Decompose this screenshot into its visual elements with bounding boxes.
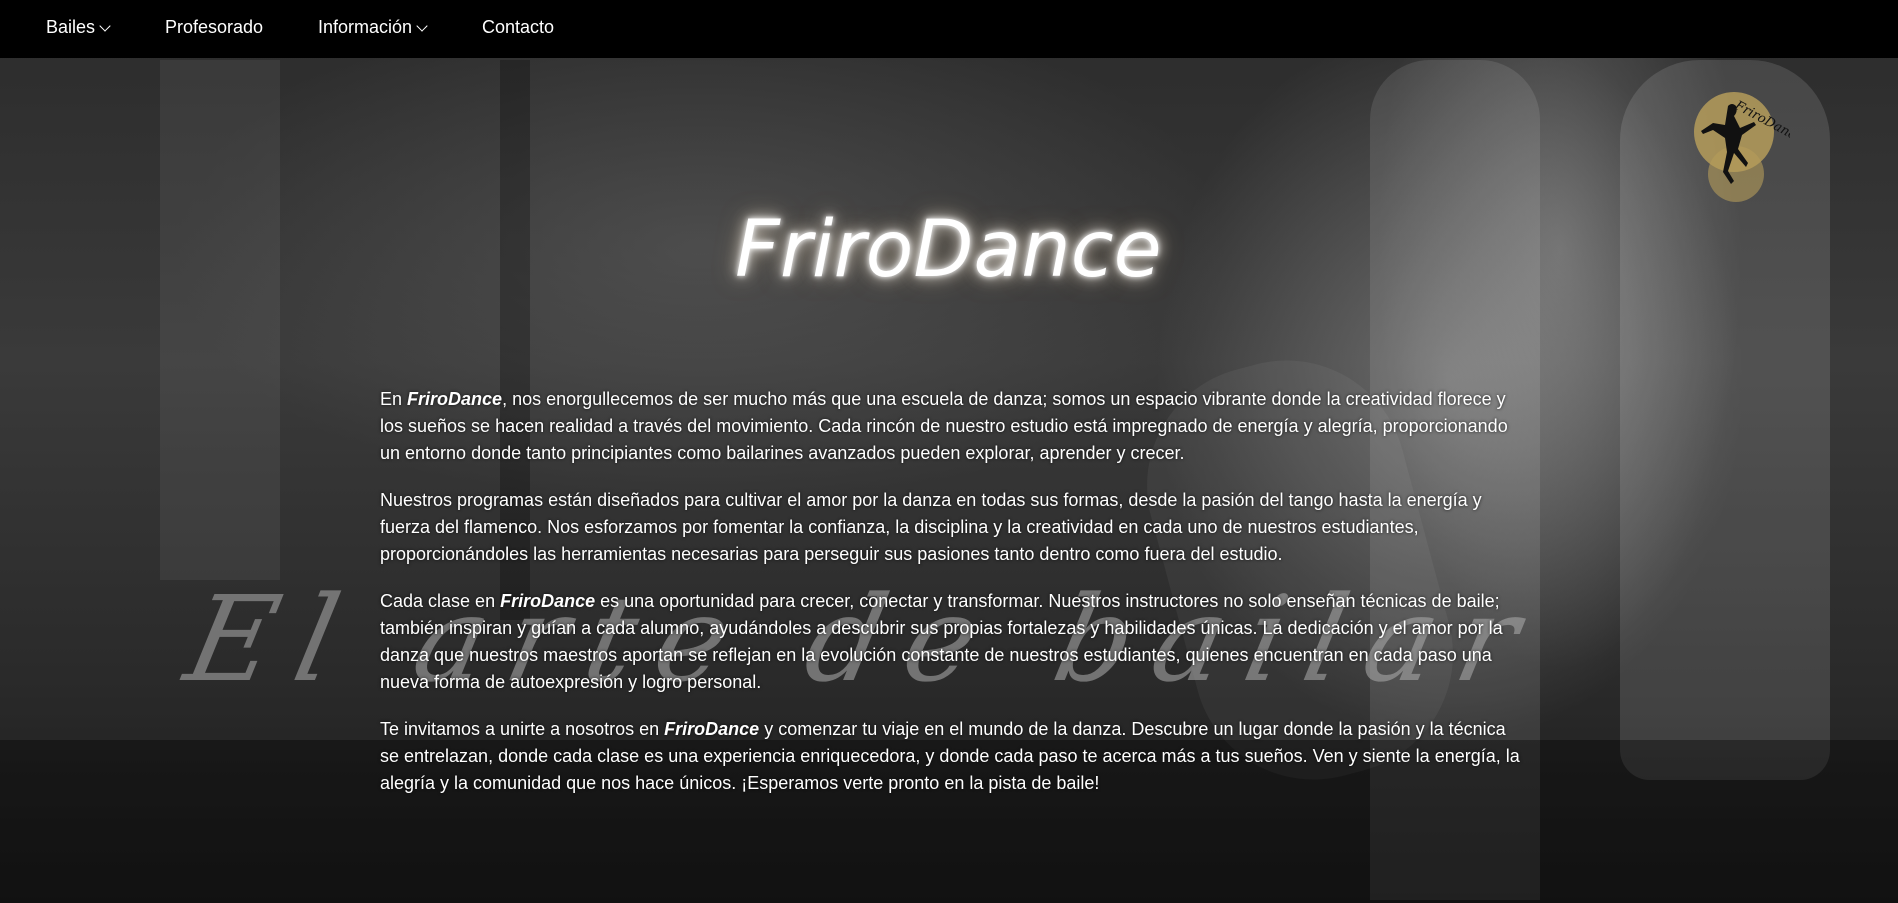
paragraph: En FriroDance, nos enorgullecemos de ser… xyxy=(380,389,1508,463)
brand-name: FriroDance xyxy=(500,591,596,611)
paragraph: Cada clase en FriroDance es una oportuni… xyxy=(380,591,1503,692)
nav-item-label: Contacto xyxy=(482,17,555,37)
brand-name: FriroDance xyxy=(407,389,503,409)
chevron-down-icon xyxy=(99,19,111,32)
chevron-down-icon xyxy=(416,19,428,32)
nav-item-label: Información xyxy=(318,17,413,37)
paragraph: Te invitamos a unirte a nosotros en Frir… xyxy=(380,719,1520,793)
top-navbar: Bailes Profesorado Información Contacto xyxy=(0,0,1898,58)
nav-item-label: Bailes xyxy=(46,17,96,37)
dancer-silhouette-logo[interactable]: FriroDance xyxy=(1678,86,1806,204)
nav-item-contacto[interactable]: Contacto xyxy=(482,17,554,38)
paragraph: Nuestros programas están diseñados para … xyxy=(380,490,1482,564)
hero-title: FriroDance xyxy=(735,205,1162,295)
nav-item-bailes[interactable]: Bailes xyxy=(46,17,111,38)
nav-item-profesorado[interactable]: Profesorado xyxy=(165,17,263,38)
nav-item-label: Profesorado xyxy=(165,17,264,37)
intro-text: En FriroDance, nos enorgullecemos de ser… xyxy=(380,386,1520,817)
nav-item-informacion[interactable]: Información xyxy=(318,17,428,38)
brand-name: FriroDance xyxy=(664,719,760,739)
